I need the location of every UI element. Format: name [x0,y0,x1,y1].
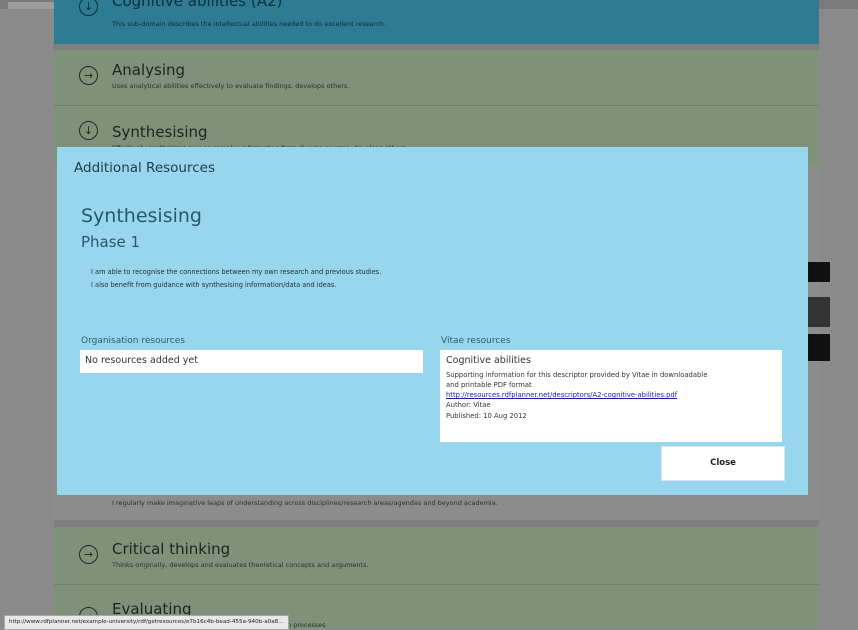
row-description: This sub-domain describes the intellectu… [112,20,387,28]
organisation-resources-box: No resources added yet [80,350,423,373]
organisation-resources-heading: Organisation resources [81,336,185,346]
phase-text-line: I am able to recognise the connections b… [91,268,382,276]
vitae-resources-heading: Vitae resources [441,336,511,346]
arrow-right-circle-icon: → [79,66,98,85]
phase-label: Phase 1 [81,233,141,251]
vitae-resource-title: Cognitive abilities [446,355,531,366]
row-description: Uses analytical abilities effectively to… [112,82,350,90]
close-button[interactable]: Close [661,446,785,481]
background-thumbnail [808,297,830,327]
phase-text-line: I also benefit from guidance with synthe… [91,281,337,289]
no-resources-message: No resources added yet [85,355,198,366]
dialog-header: Additional Resources [74,160,216,176]
analysing-row[interactable]: → Analysing Uses analytical abilities ef… [54,50,819,105]
row-title: Analysing [112,61,186,79]
arrow-right-circle-icon: → [79,545,98,564]
vitae-resource-link[interactable]: http://resources.rdfplanner.net/descript… [446,391,677,399]
row-description: I regularly make imaginative leaps of un… [112,499,498,507]
additional-resources-dialog: Additional Resources Synthesising Phase … [57,147,808,495]
vitae-resource-desc: and printable PDF format [446,381,532,389]
vitae-resource-card: Cognitive abilities Supporting informati… [440,350,782,442]
background-thumbnail [808,262,830,282]
row-title: Synthesising [112,123,208,141]
creative-row[interactable]: I regularly make imaginative leaps of un… [54,495,819,520]
vitae-resource-desc: Supporting information for this descript… [446,371,708,379]
row-description: Thinks originally, develops and evaluate… [112,561,369,569]
arrow-down-circle-icon: ↓ [79,121,98,140]
arrow-down-circle-icon: ↓ [79,0,98,16]
vitae-resource-author: Author: Vitae [446,401,491,409]
vitae-resource-published: Published: 10 Aug 2012 [446,412,527,420]
row-title: Critical thinking [112,540,231,558]
cognitive-abilities-row[interactable]: ↓ Cognitive abilities (A2) This sub-doma… [54,0,819,44]
descriptor-title: Synthesising [81,205,202,227]
background-thumbnail [808,334,830,361]
row-title: Cognitive abilities (A2) [112,0,283,10]
critical-thinking-row[interactable]: → Critical thinking Thinks originally, d… [54,527,819,584]
